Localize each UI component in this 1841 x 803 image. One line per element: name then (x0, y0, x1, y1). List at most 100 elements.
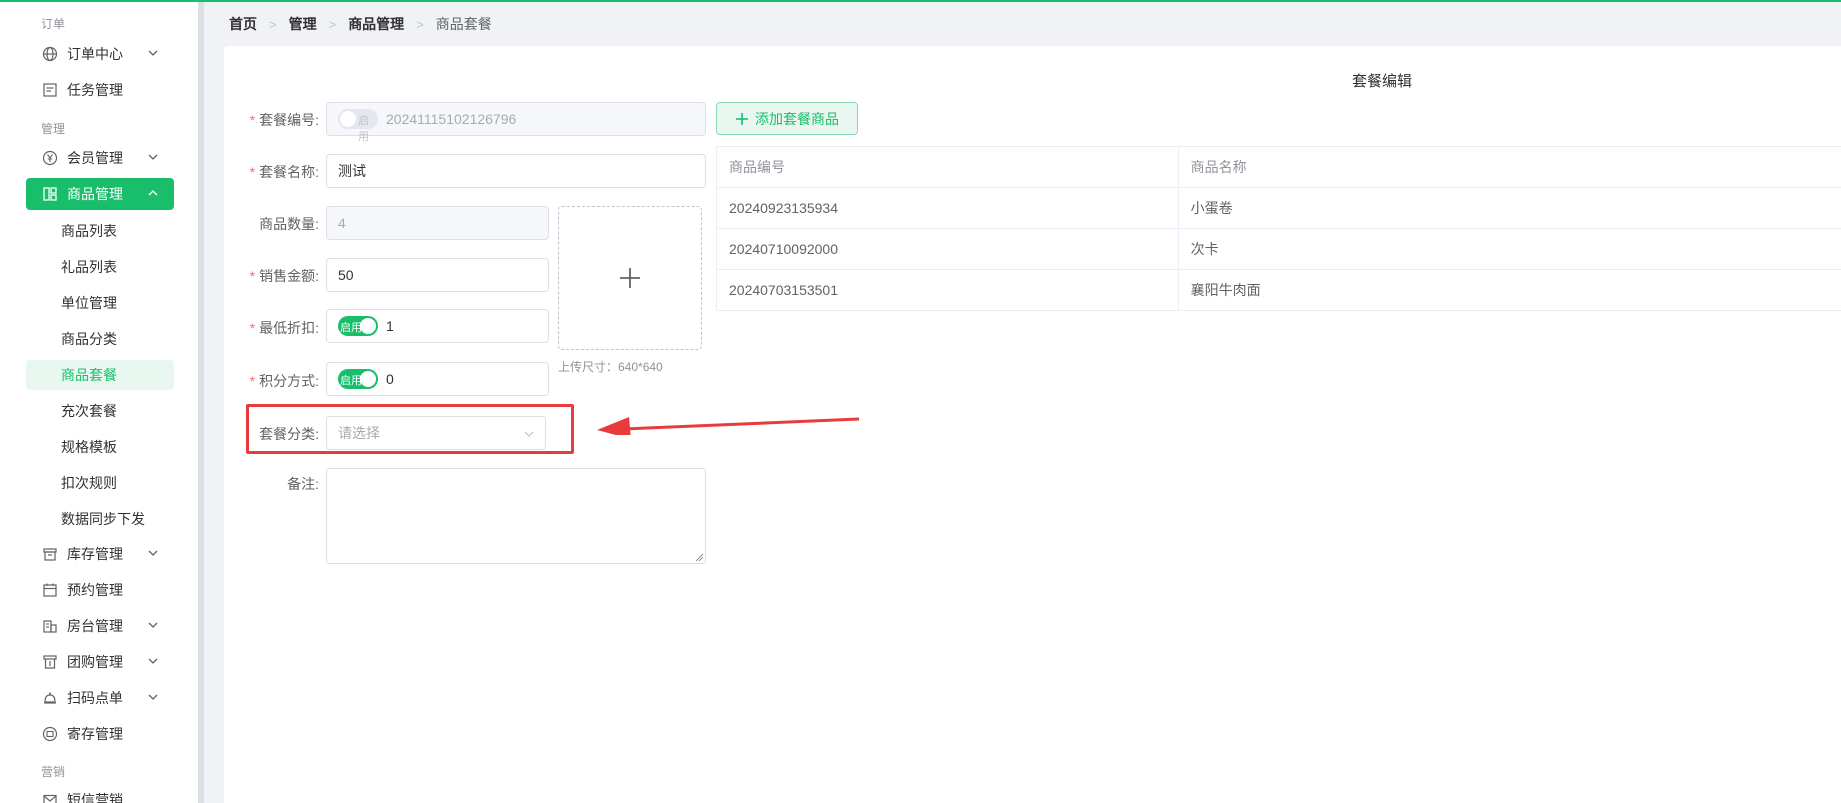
points-mode-value: 0 (386, 371, 394, 387)
mail-icon (41, 791, 59, 803)
sidebar-item-label: 寄存管理 (67, 726, 123, 742)
package-no-field[interactable]: 启用 20241115102126796 (326, 102, 706, 143)
sidebar-item-task-mgmt[interactable]: 任务管理 (26, 74, 174, 106)
points-mode-switch[interactable]: 启用 (338, 369, 378, 389)
add-package-product-button[interactable]: 添加套餐商品 (716, 102, 858, 135)
sidebar-item-label: 团购管理 (67, 654, 123, 670)
sidebar-item-room-mgmt[interactable]: 房台管理 (26, 610, 174, 642)
plus-icon (620, 268, 640, 288)
chevron-down-icon (148, 154, 158, 160)
sidebar-subitem-recharge-package[interactable]: 充次套餐 (26, 396, 174, 426)
column-header-code: 商品编号 (716, 146, 1179, 188)
sidebar-item-group-mgmt[interactable]: 团购管理 (26, 646, 174, 678)
breadcrumb-product-mgmt[interactable]: 商品管理 (348, 14, 404, 34)
highlight-box (246, 404, 574, 454)
chevron-down-icon (148, 694, 158, 700)
remark-textarea[interactable] (326, 468, 706, 564)
table-row[interactable]: 20240703153501 襄阳牛肉面 (716, 269, 1841, 311)
package-no-value: 20241115102126796 (386, 111, 517, 127)
min-discount-switch[interactable]: 启用 (338, 316, 378, 336)
sidebar-item-label: 订单中心 (67, 46, 123, 62)
chevron-right-icon: > (269, 16, 277, 32)
package-no-label: * 套餐编号: (249, 112, 319, 128)
package-no-switch[interactable]: 启用 (338, 109, 378, 143)
table-row[interactable]: 20240710092000 次卡 (716, 228, 1841, 270)
plus-icon (736, 112, 748, 125)
sidebar-subitem-product-package[interactable]: 商品套餐 (26, 360, 174, 390)
globe-icon (41, 45, 59, 63)
package-name-input[interactable]: 测试 (326, 154, 706, 188)
chevron-down-icon (148, 50, 158, 56)
sidebar-item-sms-marketing[interactable]: 短信营销 (26, 784, 174, 803)
sidebar-scrollbar[interactable] (198, 2, 204, 803)
cell-product-name: 襄阳牛肉面 (1177, 269, 1841, 311)
sidebar-subitem-spec-template[interactable]: 规格模板 (26, 432, 174, 462)
page-title: 套餐编辑 (1352, 73, 1413, 90)
building-icon (41, 617, 59, 635)
sidebar-item-inventory-mgmt[interactable]: 库存管理 (26, 538, 174, 570)
breadcrumb-manage[interactable]: 管理 (289, 14, 317, 34)
product-count-label: 商品数量: (259, 216, 319, 232)
sidebar-item-deposit-mgmt[interactable]: 寄存管理 (26, 718, 174, 750)
sidebar-item-member-mgmt[interactable]: 会员管理 (26, 142, 174, 174)
cell-product-name: 小蛋卷 (1177, 187, 1841, 229)
min-discount-label: * 最低折扣: (249, 320, 319, 336)
products-table: 商品编号 商品名称 20240923135934 小蛋卷 20240710092… (716, 146, 1841, 311)
table-row[interactable]: 20240923135934 小蛋卷 (716, 187, 1841, 229)
top-accent-line (0, 0, 1841, 2)
sidebar-item-label: 库存管理 (67, 546, 123, 562)
calendar-icon (41, 581, 59, 599)
sidebar-subitem-product-category[interactable]: 商品分类 (26, 324, 174, 354)
section-label-marketing: 营销 (41, 765, 66, 779)
deposit-icon (41, 725, 59, 743)
upload-hint: 上传尺寸：640*640 (558, 360, 663, 374)
chevron-right-icon: > (328, 16, 337, 32)
sidebar-item-order-center[interactable]: 订单中心 (26, 38, 174, 70)
sidebar-item-label: 会员管理 (67, 150, 123, 166)
add-package-product-label: 添加套餐商品 (755, 110, 839, 127)
sidebar: 订单 订单中心 任务管理 管理 会员管理 商品管理 商品列表 礼品列表 单位管理… (0, 2, 198, 803)
sidebar-item-label: 房台管理 (67, 618, 123, 634)
column-header-name: 商品名称 (1177, 146, 1841, 188)
sidebar-subitem-data-sync[interactable]: 数据同步下发 (26, 504, 174, 534)
sale-amount-value: 50 (338, 267, 354, 283)
sidebar-item-label: 任务管理 (67, 82, 123, 98)
sidebar-item-scan-order[interactable]: 扫码点单 (26, 682, 174, 714)
sidebar-subitem-deduct-rule[interactable]: 扣次规则 (26, 468, 174, 498)
min-discount-field[interactable]: 启用 1 (326, 309, 549, 343)
breadcrumb-home[interactable]: 首页 (229, 14, 257, 34)
breadcrumb-current: 商品套餐 (435, 16, 492, 32)
list-icon (41, 81, 59, 99)
product-count-field[interactable]: 4 (326, 206, 549, 240)
sidebar-subitem-unit-mgmt[interactable]: 单位管理 (26, 288, 174, 318)
sidebar-item-booking-mgmt[interactable]: 预约管理 (26, 574, 174, 606)
chevron-up-icon (148, 190, 158, 196)
package-name-value: 测试 (338, 163, 366, 179)
sidebar-subitem-product-list[interactable]: 商品列表 (26, 216, 174, 246)
sale-amount-label: * 销售金额: (249, 268, 319, 284)
cell-product-code: 20240703153501 (716, 269, 1179, 311)
breadcrumb: 首页 > 管理 > 商品管理 > 商品套餐 (229, 14, 492, 34)
cell-product-code: 20240710092000 (716, 228, 1179, 270)
sidebar-item-label: 扫码点单 (67, 690, 123, 706)
annotation-arrow-icon (597, 417, 860, 435)
sidebar-item-product-mgmt[interactable]: 商品管理 (26, 178, 174, 210)
sidebar-subitem-gift-list[interactable]: 礼品列表 (26, 252, 174, 282)
points-mode-field[interactable]: 启用 0 (326, 362, 549, 396)
tag-icon (41, 653, 59, 671)
cell-product-name: 次卡 (1177, 228, 1841, 270)
chevron-down-icon (148, 622, 158, 628)
sidebar-item-label: 预约管理 (67, 582, 123, 598)
cell-product-code: 20240923135934 (716, 187, 1179, 229)
package-name-label: * 套餐名称: (249, 164, 319, 180)
yen-circle-icon (41, 149, 59, 167)
section-label-order: 订单 (41, 17, 66, 31)
box-icon (41, 545, 59, 563)
section-label-manage: 管理 (41, 122, 66, 136)
image-upload[interactable] (558, 206, 702, 350)
sale-amount-input[interactable]: 50 (326, 258, 549, 292)
product-count-value: 4 (338, 215, 346, 231)
chevron-down-icon (148, 658, 158, 664)
sidebar-item-label: 短信营销 (67, 792, 123, 803)
resize-handle-icon[interactable] (694, 552, 704, 562)
